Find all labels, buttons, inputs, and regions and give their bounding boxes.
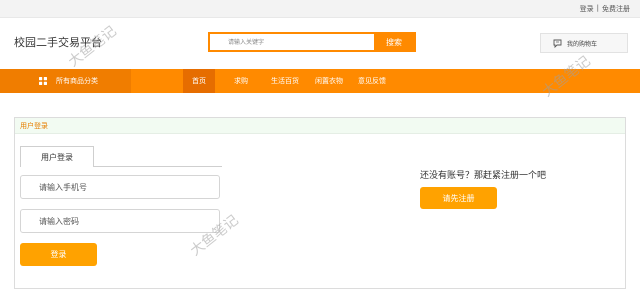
password-field[interactable] (20, 209, 220, 233)
cart-icon (553, 39, 562, 48)
nav-item-feedback[interactable]: 意见反馈 (358, 69, 386, 93)
cart-label: 我的购物车 (567, 40, 598, 48)
nav-item-daily-goods[interactable]: 生活百货 (271, 69, 299, 93)
all-categories-button[interactable]: 所有商品分类 (0, 69, 131, 93)
search-button[interactable]: 搜索 (374, 34, 414, 50)
all-categories-label: 所有商品分类 (56, 77, 98, 85)
login-panel: 用户登录 (14, 117, 626, 289)
top-register-link[interactable]: 免费注册 (602, 4, 630, 14)
main-nav: 所有商品分类 首页 求购 生活百货 闲置衣物 意见反馈 (0, 69, 640, 93)
nav-item-wanted[interactable]: 求购 (234, 69, 248, 93)
nav-item-used-clothes[interactable]: 闲置衣物 (315, 69, 343, 93)
phone-field[interactable] (20, 175, 220, 199)
header: 校园二手交易平台 搜索 我的购物车 (0, 18, 640, 69)
login-button[interactable]: 登录 (20, 243, 97, 266)
site-logo[interactable]: 校园二手交易平台 (14, 34, 102, 50)
grid-icon (39, 77, 47, 85)
login-section-title: 用户登录 (15, 118, 625, 134)
search-box: 搜索 (208, 32, 416, 52)
top-links: 登录 | 免费注册 (580, 4, 630, 14)
tab-user-login[interactable]: 用户登录 (20, 146, 94, 167)
tab-divider (94, 166, 222, 167)
nav-item-home[interactable]: 首页 (183, 69, 215, 93)
top-bar: 登录 | 免费注册 (0, 0, 640, 18)
cart-button[interactable]: 我的购物车 (540, 33, 628, 53)
search-input[interactable] (210, 34, 374, 50)
top-login-link[interactable]: 登录 (580, 4, 594, 14)
register-prompt: 还没有账号？那赶紧注册一个吧 (420, 171, 547, 181)
register-button[interactable]: 请先注册 (420, 187, 497, 209)
top-link-separator: | (596, 4, 599, 12)
